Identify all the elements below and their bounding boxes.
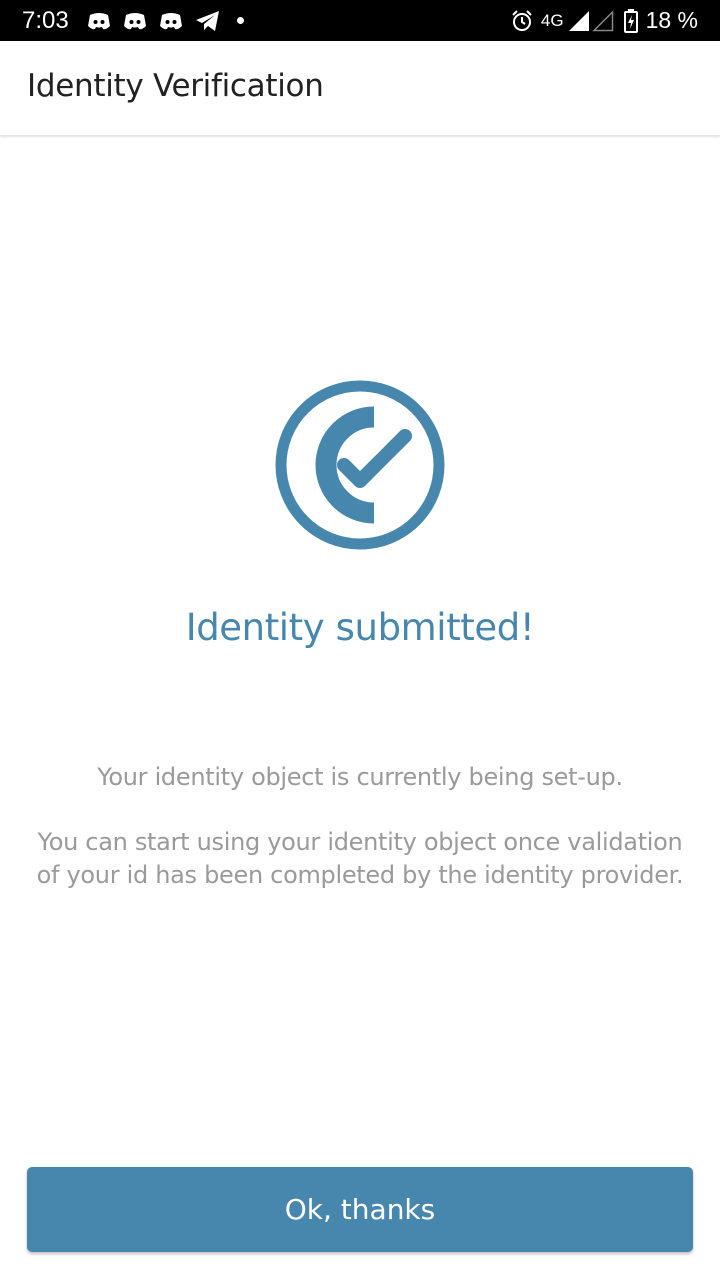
- more-notifications-dot-icon: [236, 17, 244, 24]
- status-bar-right: 4G 18 %: [511, 7, 698, 34]
- status-bar: 7:03 4G 18 %: [0, 0, 720, 41]
- ok-thanks-button-label: Ok, thanks: [284, 1193, 436, 1226]
- discord-icon: [123, 11, 147, 31]
- discord-icon: [87, 11, 111, 31]
- network-type: 4G: [540, 10, 564, 30]
- identity-check-icon: [274, 379, 446, 551]
- battery-charging-icon: [623, 8, 638, 33]
- discord-icon: [159, 11, 183, 31]
- info-message: You can start using your identity object…: [36, 828, 684, 889]
- alarm-icon: [511, 9, 533, 32]
- status-message: Your identity object is currently being …: [97, 763, 623, 791]
- battery-percent: 18 %: [645, 7, 698, 33]
- app-bar: Identity Verification: [0, 41, 720, 136]
- signal-full-icon: [568, 10, 590, 32]
- telegram-icon: [195, 10, 221, 32]
- signal-empty-icon: [591, 9, 614, 32]
- page-title: Identity Verification: [27, 68, 324, 104]
- status-bar-left: 7:03: [22, 7, 244, 35]
- ok-thanks-button[interactable]: Ok, thanks: [27, 1167, 693, 1252]
- status-time: 7:03: [22, 6, 69, 34]
- success-headline: Identity submitted!: [185, 606, 535, 649]
